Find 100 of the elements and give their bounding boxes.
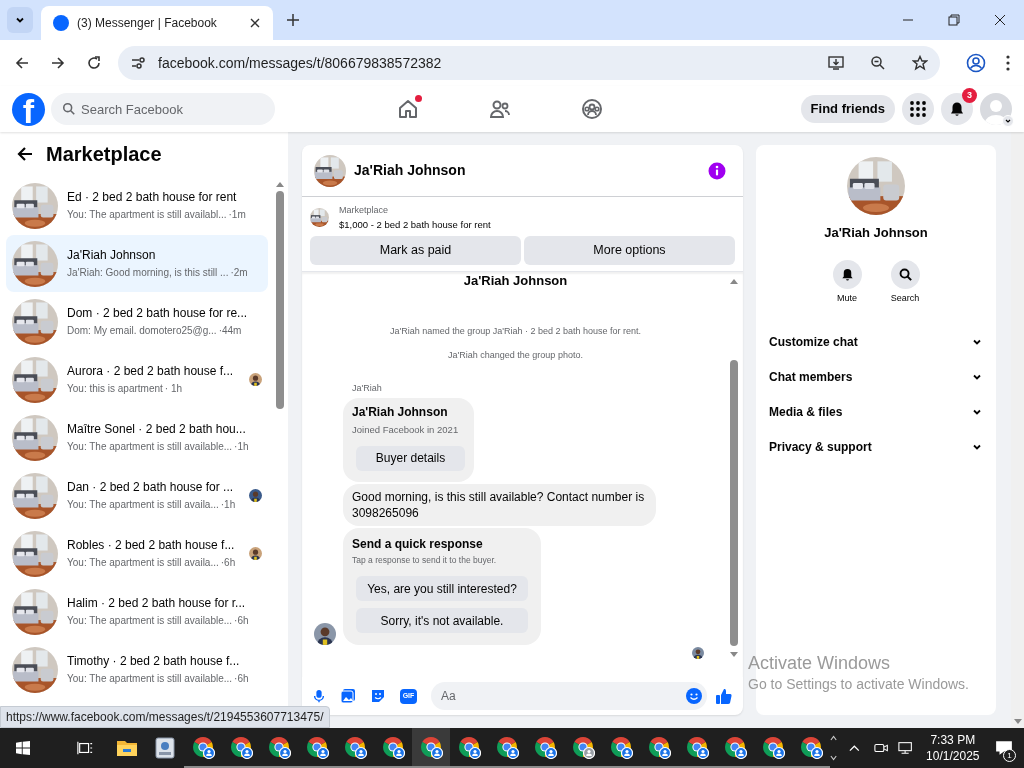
groups-icon[interactable] [580, 97, 604, 121]
address-bar[interactable]: facebook.com/messages/t/806679838572382 [118, 46, 940, 80]
activation-subtitle: Go to Settings to activate Windows. [748, 675, 969, 694]
message-time: ·1h [220, 498, 236, 512]
install-app-icon[interactable] [828, 55, 844, 71]
notification-center-button[interactable]: 1 [983, 728, 1024, 768]
conversation-title: Halim · 2 bed 2 bath house for r... [67, 595, 247, 611]
like-icon[interactable] [715, 687, 733, 705]
back-icon[interactable] [16, 145, 34, 163]
sticker-icon[interactable] [370, 688, 386, 704]
message-preview: You: The apartment is still available... [67, 672, 233, 686]
message-time: ·1h [234, 440, 249, 454]
scrollbar-thumb[interactable] [276, 191, 284, 409]
message-icon [994, 739, 1013, 757]
search-icon [62, 102, 76, 116]
message-time: ·1m [228, 208, 246, 222]
info-icon[interactable] [708, 161, 726, 180]
browser-icon [533, 735, 558, 759]
message-preview: Ja'Riah: Good morning, is this still ... [67, 266, 229, 280]
chevron-icon [1004, 117, 1012, 125]
browser-icon [191, 735, 216, 759]
find-friends-button[interactable]: Find friends [800, 95, 895, 123]
bookmark-star-icon[interactable] [912, 55, 928, 71]
taskbar-button[interactable] [412, 728, 451, 768]
message-preview: You: this is apartment [67, 382, 163, 396]
conversation-title: Dan · 2 bed 2 bath house for ... [67, 479, 235, 495]
site-settings-icon[interactable] [130, 55, 146, 71]
info-section[interactable]: Privacy & support [756, 429, 996, 464]
system-message: Ja'Riah named the group Ja'Riah · 2 bed 2 bath house for rent. [389, 324, 642, 338]
profile-icon[interactable] [966, 53, 986, 73]
info-section[interactable]: Media & files [756, 394, 996, 429]
sender-name: Ja'Riah [352, 381, 383, 395]
notification-badge: 3 [962, 88, 977, 103]
menu-icon[interactable] [1006, 55, 1010, 71]
browser-icon [761, 735, 786, 759]
facebook-logo[interactable]: f [12, 92, 45, 126]
browser-icon [609, 735, 634, 759]
listing-label: Marketplace [339, 204, 390, 217]
message-preview: You: The apartment is still available... [67, 440, 233, 454]
browser-icon [647, 735, 672, 759]
conversation-title: Aurora · 2 bed 2 bath house f... [67, 363, 234, 379]
search-field[interactable]: Search Facebook [51, 93, 275, 125]
network-icon[interactable] [898, 740, 913, 756]
message-preview: You: The apartment is still availa... [67, 556, 219, 570]
listing-action-button[interactable]: Mark as paid [310, 235, 521, 265]
message-preview: You: The apartment is still availabl... [67, 208, 227, 222]
message-preview: You: The apartment is still availa... [67, 498, 219, 512]
close-icon[interactable] [249, 17, 261, 29]
info-section[interactable]: Chat members [756, 359, 996, 394]
browser-icon [799, 735, 824, 759]
task-view-icon[interactable] [77, 740, 94, 756]
microphone-icon[interactable] [312, 688, 326, 704]
message-preview: You: The apartment is still available... [67, 614, 233, 628]
listing-action-button[interactable]: More options [524, 235, 735, 265]
browser-icon [267, 735, 292, 759]
reload-icon[interactable] [86, 55, 102, 71]
menu-button[interactable] [902, 93, 934, 125]
forward-icon[interactable] [50, 55, 66, 71]
maximize-icon[interactable] [948, 14, 960, 26]
message-bubble: Good morning, is this still available? Contact number is 3098265096 [343, 483, 656, 526]
message-preview: Dom: My email. domotero25@g... [67, 324, 217, 338]
conversation-title: Dom · 2 bed 2 bath house for re... [67, 305, 248, 321]
browser-icon [305, 735, 330, 759]
tab-search-button[interactable] [7, 7, 33, 33]
browser-icon [723, 735, 748, 759]
message-field[interactable]: Aa [431, 682, 707, 710]
start-icon[interactable] [16, 740, 31, 756]
clock[interactable]: 7:33 PM 10/1/2025 [922, 732, 984, 764]
quick-reply-button[interactable]: Yes, are you still interested? [356, 576, 528, 602]
home-icon[interactable] [396, 97, 420, 121]
emoji-icon[interactable] [686, 688, 702, 704]
browser-icon [495, 735, 520, 759]
conversation-title: Timothy · 2 bed 2 bath house f... [67, 653, 241, 669]
listing-title[interactable]: $1,000 - 2 bed 2 bath house for rent [339, 217, 491, 232]
chat-title[interactable]: Ja'Riah Johnson [354, 160, 700, 181]
photo-icon[interactable] [340, 688, 356, 704]
grid-icon [910, 101, 926, 117]
conversation-title: Ja'Riah Johnson [67, 247, 157, 263]
browser-icon [571, 735, 596, 759]
scrollbar-thumb[interactable] [730, 359, 738, 646]
scroll-down-icon[interactable] [730, 651, 738, 657]
info-section[interactable]: Customize chat [756, 324, 996, 359]
profile-name: Ja'Riah Johnson [352, 404, 448, 422]
notifications-button[interactable] [941, 93, 973, 125]
close-icon[interactable] [994, 14, 1006, 26]
chevron-up-icon[interactable] [849, 744, 861, 752]
scroll-down-icon[interactable] [1013, 719, 1022, 724]
browser-icon [229, 735, 254, 759]
conversation-item[interactable]: Ja'Riah Johnson Ja'Riah: Good morning, is this still ... ·2m [6, 235, 268, 292]
conversation-title: Robles · 2 bed 2 bath house f... [67, 537, 236, 553]
conversation-title: Maître Sonel · 2 bed 2 bath hou... [67, 421, 247, 437]
browser-tab[interactable]: (3) Messenger | Facebook [41, 6, 273, 40]
scroll-up-icon[interactable] [730, 278, 738, 284]
back-icon[interactable] [14, 55, 30, 71]
buyer-details-button[interactable]: Buyer details [356, 445, 465, 471]
new-tab-icon[interactable] [286, 13, 300, 27]
browser-icon [685, 735, 710, 759]
zoom-icon[interactable] [870, 55, 886, 71]
scroll-up-icon[interactable] [276, 182, 284, 187]
quick-reply-button[interactable]: Sorry, it's not available. [356, 608, 528, 634]
